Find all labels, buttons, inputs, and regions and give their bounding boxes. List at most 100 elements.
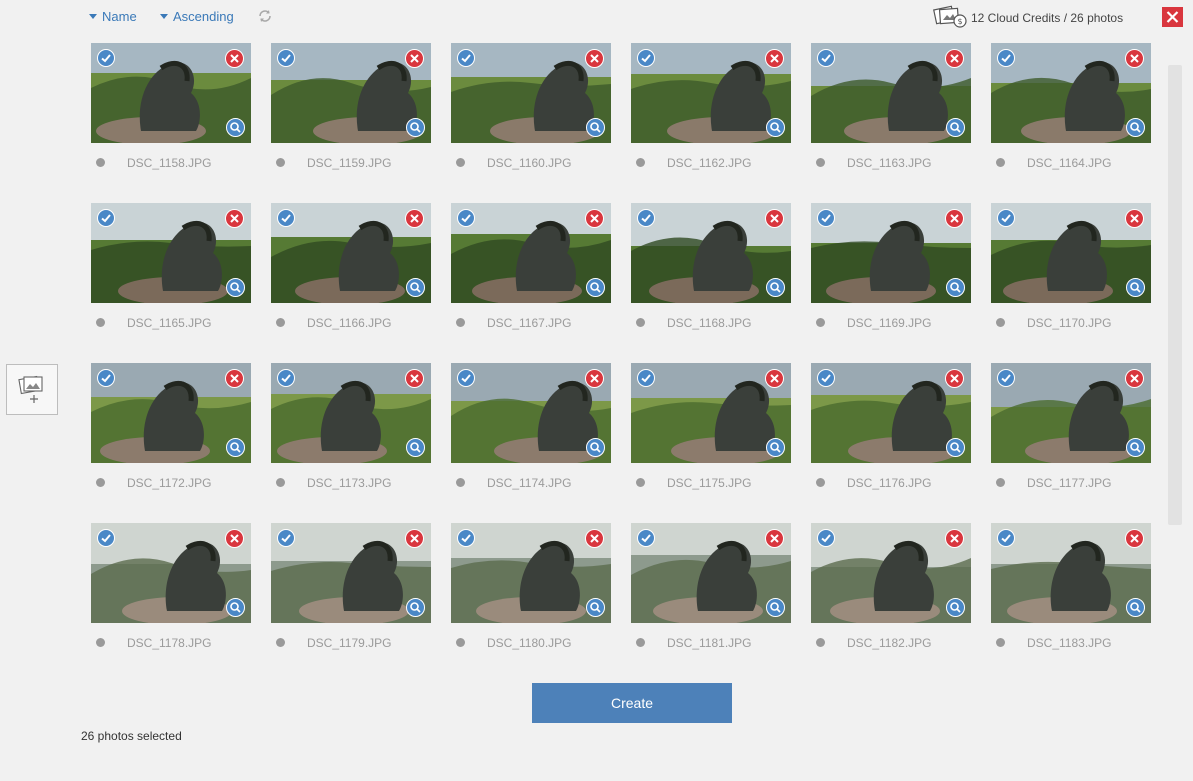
select-checkbox[interactable] <box>817 49 835 67</box>
select-checkbox[interactable] <box>277 369 295 387</box>
zoom-button[interactable] <box>946 438 965 457</box>
photo-card[interactable]: DSC_1176.JPG <box>811 363 971 490</box>
photo-card[interactable]: DSC_1173.JPG <box>271 363 431 490</box>
zoom-button[interactable] <box>226 278 245 297</box>
zoom-button[interactable] <box>226 438 245 457</box>
select-checkbox[interactable] <box>997 209 1015 227</box>
remove-photo-button[interactable] <box>585 529 604 548</box>
photo-card[interactable]: DSC_1175.JPG <box>631 363 791 490</box>
photo-card[interactable]: DSC_1179.JPG <box>271 523 431 650</box>
photo-card[interactable]: DSC_1177.JPG <box>991 363 1151 490</box>
remove-photo-button[interactable] <box>405 529 424 548</box>
photo-thumbnail[interactable] <box>271 523 431 623</box>
photo-thumbnail[interactable] <box>991 43 1151 143</box>
remove-photo-button[interactable] <box>945 529 964 548</box>
photo-thumbnail[interactable] <box>451 363 611 463</box>
zoom-button[interactable] <box>946 598 965 617</box>
photo-thumbnail[interactable] <box>631 43 791 143</box>
zoom-button[interactable] <box>586 118 605 137</box>
photo-card[interactable]: DSC_1180.JPG <box>451 523 611 650</box>
photo-thumbnail[interactable] <box>91 523 251 623</box>
photo-thumbnail[interactable] <box>811 523 971 623</box>
remove-photo-button[interactable] <box>765 369 784 388</box>
select-checkbox[interactable] <box>97 369 115 387</box>
zoom-button[interactable] <box>586 598 605 617</box>
photo-thumbnail[interactable] <box>91 43 251 143</box>
photo-thumbnail[interactable] <box>991 523 1151 623</box>
photo-thumbnail[interactable] <box>631 523 791 623</box>
photo-thumbnail[interactable] <box>451 203 611 303</box>
remove-photo-button[interactable] <box>405 49 424 68</box>
refresh-icon[interactable] <box>257 8 273 24</box>
photo-card[interactable]: DSC_1159.JPG <box>271 43 431 170</box>
select-checkbox[interactable] <box>457 369 475 387</box>
select-checkbox[interactable] <box>637 529 655 547</box>
zoom-button[interactable] <box>406 438 425 457</box>
photo-thumbnail[interactable] <box>91 203 251 303</box>
zoom-button[interactable] <box>406 598 425 617</box>
zoom-button[interactable] <box>946 278 965 297</box>
photo-card[interactable]: DSC_1165.JPG <box>91 203 251 330</box>
remove-photo-button[interactable] <box>945 49 964 68</box>
photo-card[interactable]: DSC_1174.JPG <box>451 363 611 490</box>
select-checkbox[interactable] <box>277 209 295 227</box>
select-checkbox[interactable] <box>277 529 295 547</box>
remove-photo-button[interactable] <box>765 529 784 548</box>
remove-photo-button[interactable] <box>585 369 604 388</box>
photo-card[interactable]: DSC_1170.JPG <box>991 203 1151 330</box>
select-checkbox[interactable] <box>817 209 835 227</box>
zoom-button[interactable] <box>1126 118 1145 137</box>
photo-thumbnail[interactable] <box>811 43 971 143</box>
create-button[interactable]: Create <box>532 683 732 723</box>
select-checkbox[interactable] <box>997 529 1015 547</box>
photo-card[interactable]: DSC_1160.JPG <box>451 43 611 170</box>
photo-card[interactable]: DSC_1172.JPG <box>91 363 251 490</box>
remove-photo-button[interactable] <box>765 209 784 228</box>
zoom-button[interactable] <box>1126 598 1145 617</box>
zoom-button[interactable] <box>1126 438 1145 457</box>
select-checkbox[interactable] <box>817 529 835 547</box>
photo-card[interactable]: DSC_1164.JPG <box>991 43 1151 170</box>
remove-photo-button[interactable] <box>1125 49 1144 68</box>
zoom-button[interactable] <box>766 118 785 137</box>
photo-card[interactable]: DSC_1182.JPG <box>811 523 971 650</box>
select-checkbox[interactable] <box>637 49 655 67</box>
zoom-button[interactable] <box>766 438 785 457</box>
remove-photo-button[interactable] <box>225 49 244 68</box>
photo-card[interactable]: DSC_1181.JPG <box>631 523 791 650</box>
zoom-button[interactable] <box>766 598 785 617</box>
photo-thumbnail[interactable] <box>811 203 971 303</box>
photo-card[interactable]: DSC_1162.JPG <box>631 43 791 170</box>
photo-thumbnail[interactable] <box>271 363 431 463</box>
remove-photo-button[interactable] <box>585 209 604 228</box>
select-checkbox[interactable] <box>817 369 835 387</box>
remove-photo-button[interactable] <box>1125 529 1144 548</box>
zoom-button[interactable] <box>766 278 785 297</box>
remove-photo-button[interactable] <box>1125 209 1144 228</box>
zoom-button[interactable] <box>226 598 245 617</box>
photo-thumbnail[interactable] <box>451 43 611 143</box>
photo-card[interactable]: DSC_1168.JPG <box>631 203 791 330</box>
remove-photo-button[interactable] <box>585 49 604 68</box>
photo-thumbnail[interactable] <box>451 523 611 623</box>
photo-thumbnail[interactable] <box>991 203 1151 303</box>
photo-card[interactable]: DSC_1167.JPG <box>451 203 611 330</box>
close-button[interactable] <box>1162 7 1183 27</box>
photo-thumbnail[interactable] <box>631 363 791 463</box>
remove-photo-button[interactable] <box>225 209 244 228</box>
photo-thumbnail[interactable] <box>91 363 251 463</box>
photo-card[interactable]: DSC_1163.JPG <box>811 43 971 170</box>
remove-photo-button[interactable] <box>945 369 964 388</box>
select-checkbox[interactable] <box>637 369 655 387</box>
remove-photo-button[interactable] <box>765 49 784 68</box>
photo-thumbnail[interactable] <box>271 203 431 303</box>
photo-card[interactable]: DSC_1183.JPG <box>991 523 1151 650</box>
remove-photo-button[interactable] <box>225 529 244 548</box>
photo-card[interactable]: DSC_1166.JPG <box>271 203 431 330</box>
photo-thumbnail[interactable] <box>991 363 1151 463</box>
select-checkbox[interactable] <box>97 529 115 547</box>
zoom-button[interactable] <box>406 278 425 297</box>
remove-photo-button[interactable] <box>405 209 424 228</box>
zoom-button[interactable] <box>226 118 245 137</box>
photo-card[interactable]: DSC_1178.JPG <box>91 523 251 650</box>
